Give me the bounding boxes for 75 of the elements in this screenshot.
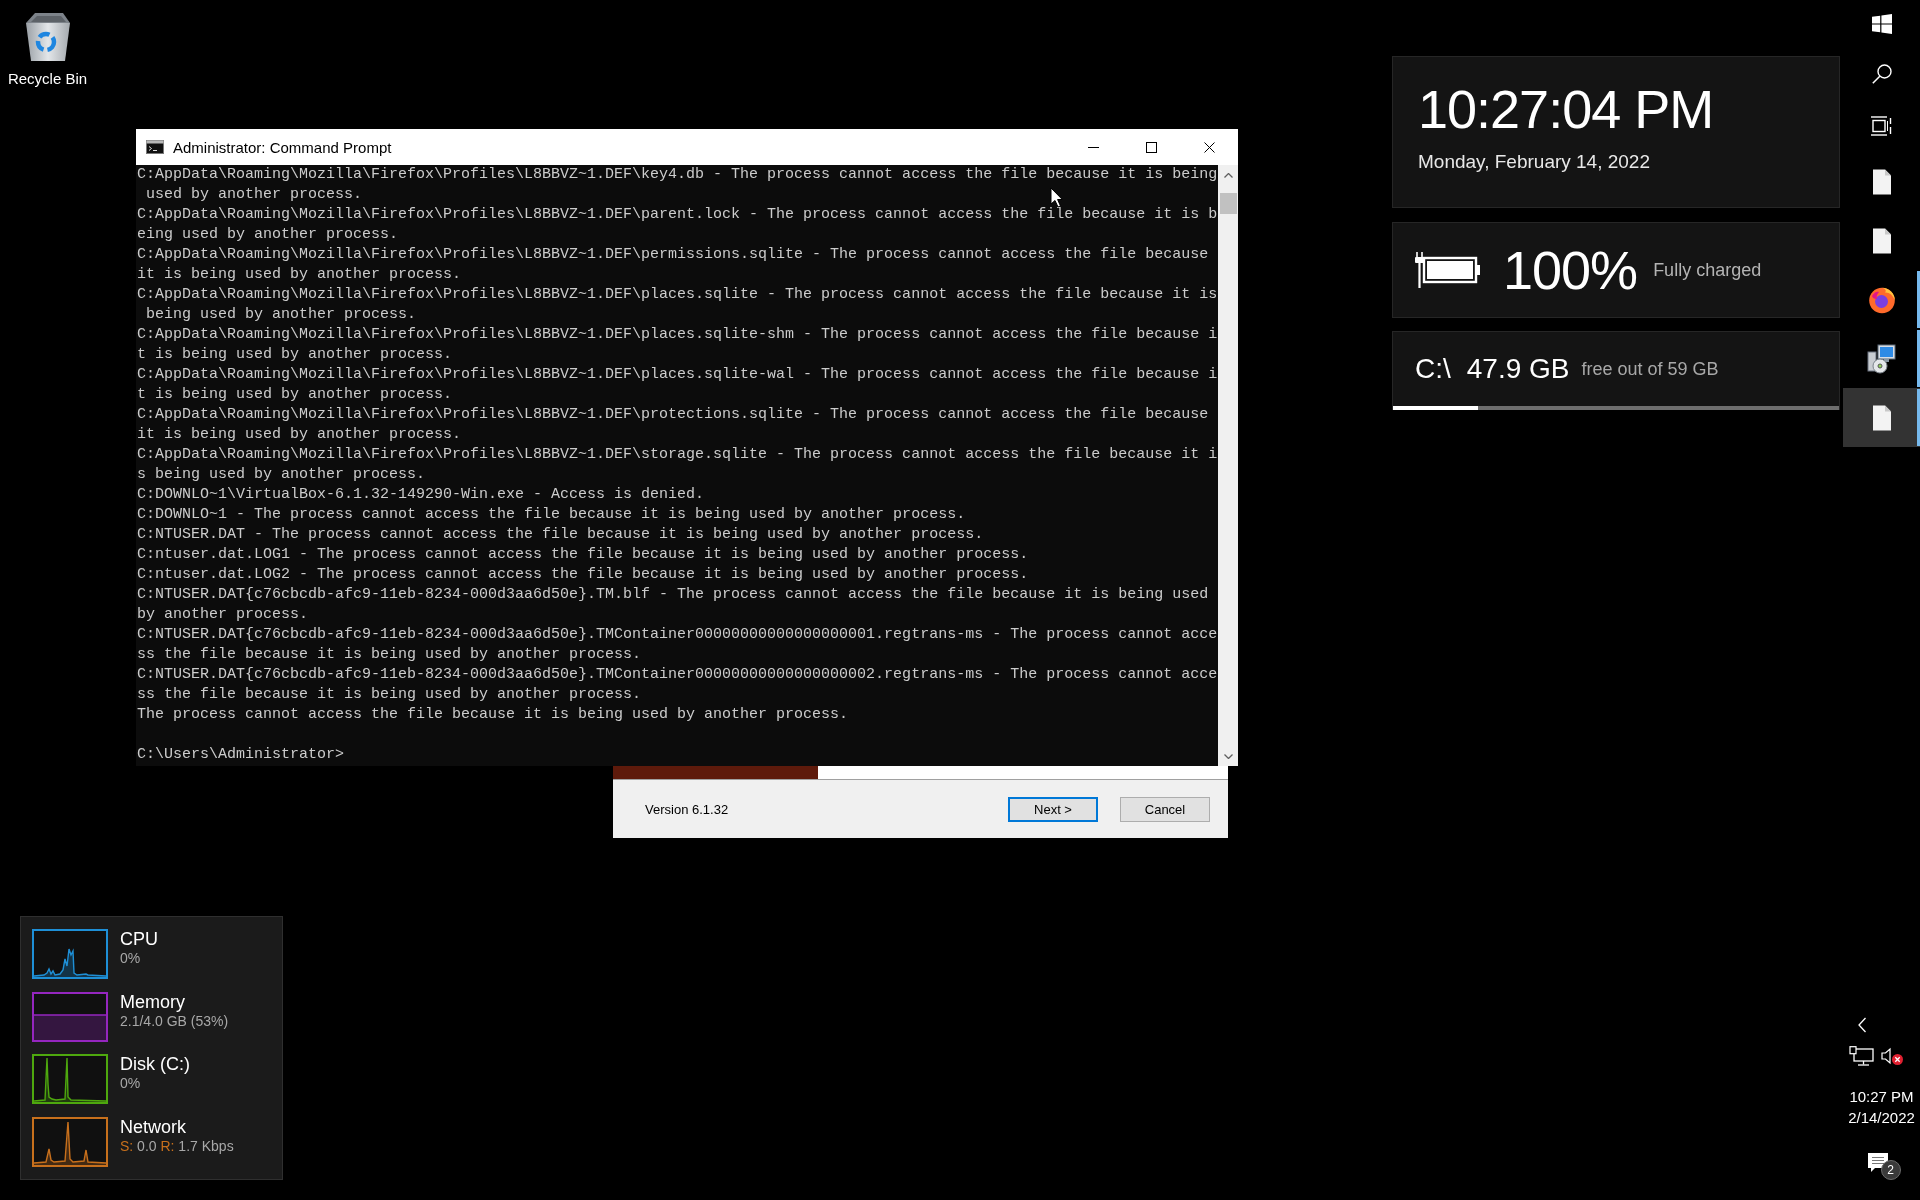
speaker-icon[interactable] [1880,1046,1904,1066]
document-icon [1871,404,1892,431]
maximize-icon [1145,141,1157,153]
metric-reading: 2.1/4.0 GB (53%) [120,1012,229,1030]
document-icon [1871,227,1892,254]
desktop-icon-label[interactable]: Recycle Bin [7,70,88,88]
version-label: Version 6.1.32 [645,801,729,817]
usage-graph[interactable] [32,1054,108,1104]
command-prompt: C:\Users\Administrator> [137,745,345,765]
metric-name: CPU [120,929,158,949]
battery-icon [1413,252,1481,288]
window-logo-icon [1871,14,1892,34]
disk-capacity-text: free out of 59 GB [1581,358,1719,380]
console-line: C:ntuser.dat.LOG1 - The process cannot access the file because it is being used by another process. [137,545,1029,565]
console-line: ss the file because it is being used by another process. [137,645,642,665]
metric-reading: 0% [120,949,141,967]
metric-name: Network [120,1116,186,1137]
dialog-button[interactable]: Cancel [1120,796,1210,822]
console-line: being used by another process. [145,305,417,325]
clock-time: 10:27:04 PM [1418,78,1714,141]
search-icon [1871,64,1892,84]
scrollbar-thumb[interactable] [1219,193,1237,214]
console-line: C:NTUSER.DAT{c76cbcdb-afc9-11eb-8234-000d3aa6d50e}.TMContainer00000000000000000002.regtrans-ms - The process cannot acce [137,665,1218,685]
console-line: used by another process. [145,185,363,205]
console-line: C:ntuser.dat.LOG2 - The process cannot access the file because it is being used by another process. [137,565,1029,585]
console-line: ss the file because it is being used by another process. [137,685,642,705]
computer-disc-icon [1866,343,1897,374]
usage-graph[interactable] [32,991,108,1042]
task-view-icon [1870,116,1893,136]
chevron-left-icon[interactable] [1857,1015,1867,1035]
console-line: C:AppData\Roaming\Mozilla\Firefox\Profiles\L8BBVZ~1.DEF\places.sqlite-shm - The process cannot access the file because i [137,325,1218,345]
metric-reading: 0% [120,1074,141,1092]
console-line: C:DOWNLO~1 - The process cannot access the file because it is being used by another process. [137,505,966,525]
console-line: C:AppData\Roaming\Mozilla\Firefox\Profiles\L8BBVZ~1.DEF\key4.db - The process cannot access the file because it is being [137,165,1218,185]
drive-label: C:\ [1415,352,1451,386]
console-line: eing used by another process. [137,225,399,245]
console-line: t is being used by another process. [137,385,453,405]
document-icon [1871,168,1892,195]
console-line: C:NTUSER.DAT{c76cbcdb-afc9-11eb-8234-000d3aa6d50e}.TMContainer00000000000000000001.regtrans-ms - The process cannot acce [137,625,1218,645]
console-line: it is being used by another process. [137,265,462,285]
console-line: C:AppData\Roaming\Mozilla\Firefox\Profiles\L8BBVZ~1.DEF\permissions.sqlite - The process cannot access the file because [137,245,1209,265]
console-line: t is being used by another process. [137,345,453,365]
network-icon[interactable] [1849,1046,1875,1066]
taskbar-button[interactable] [1843,388,1920,447]
usage-graph[interactable] [32,929,108,979]
console-line: C:DOWNLO~1\VirtualBox-6.1.32-149290-Win.exe - Access is denied. [137,485,705,505]
notification-count: 2 [1880,1160,1901,1180]
console-line: C:NTUSER.DAT - The process cannot access the file because it is being used by another process. [137,525,984,545]
console-line: C:AppData\Roaming\Mozilla\Firefox\Profiles\L8BBVZ~1.DEF\places.sqlite - The process cannot access the file because it is [137,285,1218,305]
metric-name: Disk (C:) [120,1054,190,1074]
console-line: by another process. [137,605,309,625]
console-line: C:AppData\Roaming\Mozilla\Firefox\Profiles\L8BBVZ~1.DEF\protections.sqlite - The process cannot access the file because [137,405,1209,425]
console-line: C:AppData\Roaming\Mozilla\Firefox\Profiles\L8BBVZ~1.DEF\parent.lock - The process cannot access the file because it is b [137,205,1218,225]
battery-status: Fully charged [1653,259,1762,281]
clock-date: Monday, February 14, 2022 [1418,150,1650,174]
metric-name: Memory [120,991,185,1012]
metric-reading: S: 0.0 R: 1.7 Kbps [120,1136,234,1155]
console-line: The process cannot access the file because it is being used by another process. [137,705,849,725]
scrollbar[interactable] [1218,165,1238,766]
console-line: C:AppData\Roaming\Mozilla\Firefox\Profiles\L8BBVZ~1.DEF\places.sqlite-wal - The process cannot access the file because i [137,365,1218,385]
console-line: C:NTUSER.DAT{c76cbcdb-afc9-11eb-8234-000d3aa6d50e}.TM.blf - The process cannot access the file because it is being used [137,585,1209,605]
tray-time[interactable]: 10:27 PM [1843,1086,1920,1107]
console-app-icon[interactable] [146,140,164,154]
console-line: it is being used by another process. [137,425,462,445]
flame-globe-icon [1867,285,1896,314]
battery-percent: 100% [1503,240,1638,300]
free-space: 47.9 GB [1466,352,1570,386]
mouse-pointer-icon [1050,187,1063,208]
tray-date[interactable]: 2/14/2022 [1843,1107,1920,1128]
close-icon [1203,141,1215,153]
usage-graph[interactable] [32,1116,108,1167]
console-line: s being used by another process. [137,465,426,485]
dialog-button[interactable]: Next > [1008,796,1098,822]
console-line: C:AppData\Roaming\Mozilla\Firefox\Profiles\L8BBVZ~1.DEF\storage.sqlite - The process cannot access the file because it i [137,445,1218,465]
window-title: Administrator: Command Prompt [173,138,392,156]
